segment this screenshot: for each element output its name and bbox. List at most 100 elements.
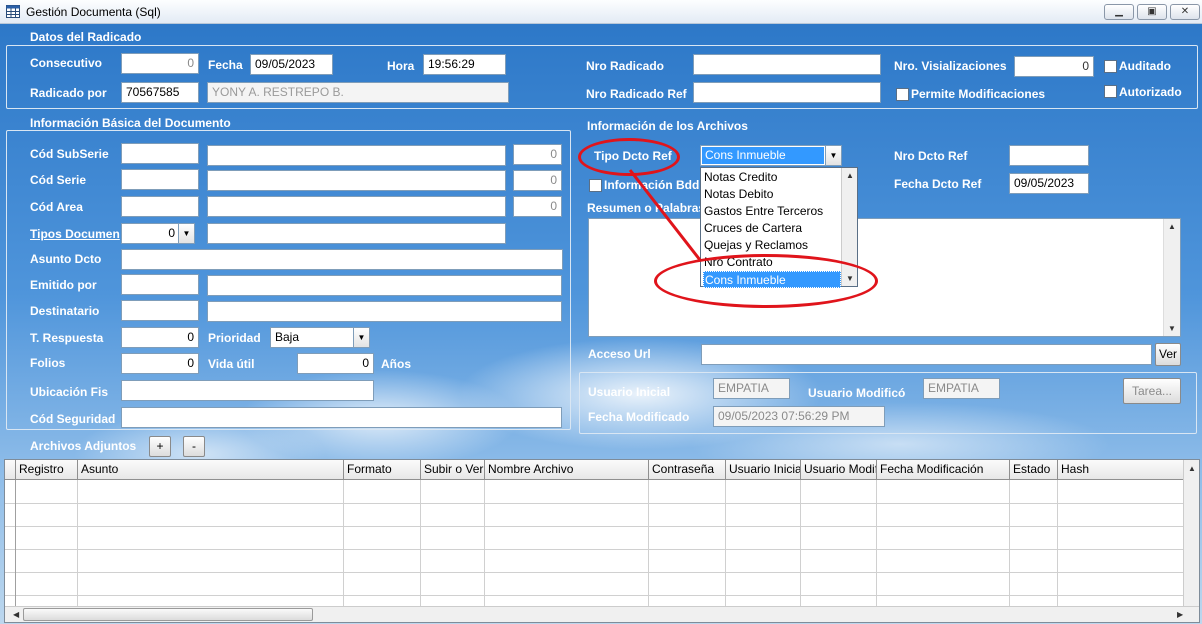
dropdown-option[interactable]: Notas Credito bbox=[703, 169, 841, 186]
prioridad-dropdown-button[interactable]: ▼ bbox=[353, 327, 370, 348]
hora-field[interactable]: 19:56:29 bbox=[423, 54, 506, 75]
tipos-documen-select[interactable]: 0 bbox=[121, 223, 180, 244]
folios-field[interactable]: 0 bbox=[121, 353, 199, 374]
chevron-down-icon: ▼ bbox=[829, 151, 838, 160]
nro-visualizaciones-field[interactable]: 0 bbox=[1014, 56, 1094, 77]
scroll-down-icon: ▼ bbox=[1168, 324, 1176, 333]
anios-label: Años bbox=[381, 357, 411, 371]
maximize-button[interactable]: ▣ bbox=[1137, 4, 1167, 20]
emitido-code-field[interactable] bbox=[121, 274, 199, 295]
cod-area-num-field[interactable]: 0 bbox=[513, 196, 562, 217]
permite-modificaciones-checkbox[interactable] bbox=[896, 88, 909, 101]
column-header-asunto[interactable]: Asunto bbox=[78, 460, 344, 480]
scroll-up-icon: ▲ bbox=[1168, 222, 1176, 231]
window-title: Gestión Documenta (Sql) bbox=[26, 5, 161, 19]
column-header-usuario-modif[interactable]: Usuario Modif bbox=[801, 460, 877, 480]
archivos-group-title: Información de los Archivos bbox=[587, 119, 748, 133]
vida-util-field[interactable]: 0 bbox=[297, 353, 374, 374]
usuario-inicial-field[interactable]: EMPATIA bbox=[713, 378, 790, 399]
add-attachment-button[interactable]: + bbox=[149, 436, 171, 457]
cod-serie-num-field[interactable]: 0 bbox=[513, 170, 562, 191]
ver-button[interactable]: Ver bbox=[1155, 343, 1181, 366]
cod-area-name-field[interactable] bbox=[207, 196, 506, 217]
cod-subserie-code-field[interactable] bbox=[121, 143, 199, 164]
restore-icon: ▣ bbox=[1147, 6, 1157, 17]
title-bar: Gestión Documenta (Sql) ▁ ▣ ✕ bbox=[0, 0, 1202, 24]
grid-row-line bbox=[5, 526, 1185, 527]
cod-seguridad-label: Cód Seguridad bbox=[30, 412, 116, 426]
grid-vertical-scrollbar[interactable]: ▲ bbox=[1183, 460, 1199, 608]
cod-area-code-field[interactable] bbox=[121, 196, 199, 217]
dropdown-option[interactable]: Gastos Entre Terceros bbox=[703, 203, 841, 220]
prioridad-select[interactable]: Baja bbox=[270, 327, 354, 348]
dropdown-option[interactable]: Notas Debito bbox=[703, 186, 841, 203]
nro-dcto-ref-field[interactable] bbox=[1009, 145, 1089, 166]
remove-attachment-button[interactable]: - bbox=[183, 436, 205, 457]
cod-seguridad-field[interactable] bbox=[121, 407, 562, 428]
column-header-formato[interactable]: Formato bbox=[344, 460, 421, 480]
resumen-scrollbar[interactable]: ▲ ▼ bbox=[1163, 219, 1180, 336]
destinatario-name-field[interactable] bbox=[207, 301, 562, 322]
autorizado-checkbox[interactable] bbox=[1104, 85, 1117, 98]
fecha-dcto-ref-field[interactable]: 09/05/2023 bbox=[1009, 173, 1089, 194]
cod-serie-code-field[interactable] bbox=[121, 169, 199, 190]
t-respuesta-field[interactable]: 0 bbox=[121, 327, 199, 348]
destinatario-code-field[interactable] bbox=[121, 300, 199, 321]
grid-col-line bbox=[484, 480, 485, 608]
scroll-up-icon: ▲ bbox=[846, 171, 854, 180]
grid-row-line bbox=[5, 572, 1185, 573]
tipo-dcto-ref-select[interactable]: Cons Inmueble bbox=[700, 145, 826, 166]
minimize-icon: ▁ bbox=[1115, 6, 1123, 17]
chevron-down-icon: ▼ bbox=[182, 229, 191, 238]
auditado-checkbox[interactable] bbox=[1104, 60, 1117, 73]
column-header-fecha-modificacion[interactable]: Fecha Modificación bbox=[877, 460, 1010, 480]
column-header-nombre-archivo[interactable]: Nombre Archivo bbox=[485, 460, 649, 480]
radicado-por-name-field[interactable]: YONY A. RESTREPO B. bbox=[207, 82, 509, 103]
consecutivo-field[interactable]: 0 bbox=[121, 53, 199, 74]
grid-col-line bbox=[77, 480, 78, 608]
fecha-modificado-field[interactable]: 09/05/2023 07:56:29 PM bbox=[713, 406, 885, 427]
tipo-dcto-ref-dropdown-button[interactable]: ▼ bbox=[825, 145, 842, 166]
informacion-bdd-checkbox[interactable] bbox=[589, 179, 602, 192]
grid-row-line bbox=[5, 549, 1185, 550]
grid-col-line bbox=[876, 480, 877, 608]
emitido-label: Emitido por bbox=[30, 278, 97, 292]
cod-subserie-name-field[interactable] bbox=[207, 145, 506, 166]
scroll-thumb[interactable] bbox=[23, 608, 313, 621]
column-header-usuario-inicial[interactable]: Usuario Inicial bbox=[726, 460, 801, 480]
minimize-button[interactable]: ▁ bbox=[1104, 4, 1134, 20]
column-header-contrasena[interactable]: Contraseña bbox=[649, 460, 726, 480]
grid-col-line bbox=[343, 480, 344, 608]
column-header-registro[interactable]: Registro bbox=[16, 460, 78, 480]
fecha-field[interactable]: 09/05/2023 bbox=[250, 54, 333, 75]
dropdown-option[interactable]: Quejas y Reclamos bbox=[703, 237, 841, 254]
grid-horizontal-scrollbar[interactable]: ◀ ▶ bbox=[5, 606, 1199, 622]
nro-radicado-field[interactable] bbox=[693, 54, 881, 75]
radicado-por-id-field[interactable]: 70567585 bbox=[121, 82, 199, 103]
auditado-label: Auditado bbox=[1119, 59, 1171, 73]
close-button[interactable]: ✕ bbox=[1170, 4, 1200, 20]
nro-radicado-label: Nro Radicado bbox=[586, 59, 665, 73]
acceso-url-field[interactable] bbox=[701, 344, 1152, 365]
tipos-documen-dropdown-button[interactable]: ▼ bbox=[178, 223, 195, 244]
asunto-label: Asunto Dcto bbox=[30, 252, 102, 266]
tarea-button[interactable]: Tarea... bbox=[1123, 378, 1181, 404]
tipos-documen-name-field[interactable] bbox=[207, 223, 506, 244]
asunto-field[interactable] bbox=[121, 249, 563, 270]
column-header-hash[interactable]: Hash bbox=[1058, 460, 1185, 480]
emitido-name-field[interactable] bbox=[207, 275, 562, 296]
ubicacion-field[interactable] bbox=[121, 380, 374, 401]
cod-subserie-num-field[interactable]: 0 bbox=[513, 144, 562, 165]
usuario-modifico-field[interactable]: EMPATIA bbox=[923, 378, 1000, 399]
tipos-documen-link[interactable]: Tipos Documen bbox=[30, 227, 120, 241]
annotation-arrow-line bbox=[628, 169, 702, 261]
attachments-grid[interactable]: Registro Asunto Formato Subir o Ver Nomb… bbox=[4, 459, 1200, 623]
radicado-group-title: Datos del Radicado bbox=[30, 30, 142, 44]
column-header-estado[interactable]: Estado bbox=[1010, 460, 1058, 480]
dropdown-option[interactable]: Cruces de Cartera bbox=[703, 220, 841, 237]
cod-serie-name-field[interactable] bbox=[207, 170, 506, 191]
column-header-subir-o-ver[interactable]: Subir o Ver bbox=[421, 460, 485, 480]
nro-radicado-ref-field[interactable] bbox=[693, 82, 881, 103]
adjuntos-title: Archivos Adjuntos bbox=[30, 439, 137, 453]
grid-col-line bbox=[725, 480, 726, 608]
